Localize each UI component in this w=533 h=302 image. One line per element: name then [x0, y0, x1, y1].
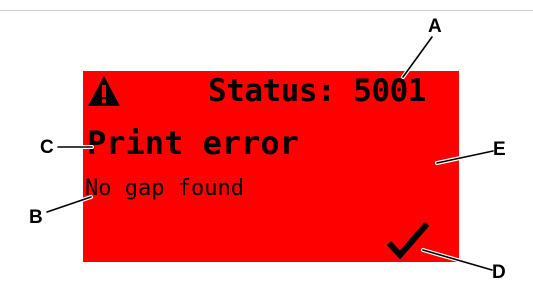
callout-d: D — [492, 262, 506, 283]
callout-a: A — [428, 16, 442, 37]
callout-e: E — [493, 139, 506, 160]
callout-b: B — [29, 207, 43, 228]
callout-leader-lines — [45, 35, 495, 272]
callout-c: C — [40, 137, 54, 158]
